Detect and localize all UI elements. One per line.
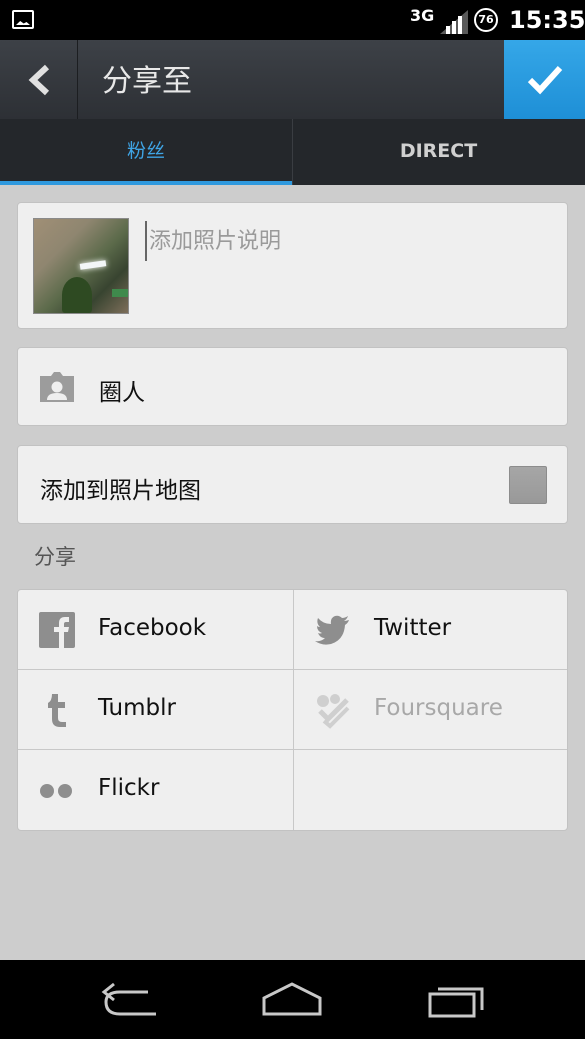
share-flickr[interactable]: Flickr (18, 750, 293, 830)
home-nav-icon[interactable] (257, 980, 327, 1020)
tumblr-icon (48, 694, 66, 727)
photo-thumbnail (33, 218, 129, 314)
back-nav-icon[interactable] (96, 980, 166, 1020)
photo-map-checkbox[interactable] (509, 466, 547, 504)
share-foursquare[interactable]: Foursquare (293, 670, 567, 750)
empty-cell (293, 750, 567, 830)
tab-bar: 粉丝 DIRECT (0, 119, 585, 185)
navigation-bar (0, 960, 585, 1039)
image-notification-icon (12, 10, 34, 29)
battery-icon: 76 (474, 8, 498, 32)
network-type: 3G (410, 6, 435, 25)
facebook-icon (39, 612, 75, 648)
flickr-icon (40, 784, 72, 798)
clock: 15:35 (509, 6, 585, 34)
status-bar: 3G 76 15:35 (0, 0, 585, 40)
tab-followers[interactable]: 粉丝 (0, 119, 292, 185)
share-facebook[interactable]: Facebook (18, 590, 293, 670)
share-section-label: 分享 (34, 545, 76, 569)
twitter-icon (315, 615, 349, 645)
tag-people-label: 圈人 (99, 380, 145, 406)
chevron-left-icon (28, 64, 50, 96)
photo-map-row[interactable]: 添加到照片地图 (17, 445, 568, 524)
facebook-label: Facebook (98, 615, 207, 641)
recent-apps-icon[interactable] (420, 980, 490, 1020)
tab-direct[interactable]: DIRECT (292, 119, 584, 185)
page-title: 分享至 (102, 64, 192, 99)
confirm-button[interactable] (504, 40, 585, 119)
share-tumblr[interactable]: Tumblr (18, 670, 293, 750)
twitter-label: Twitter (374, 615, 452, 641)
action-bar: 分享至 (0, 40, 585, 119)
caption-input[interactable] (145, 221, 545, 261)
photo-map-label: 添加到照片地图 (40, 478, 201, 504)
foursquare-icon (317, 694, 350, 729)
foursquare-label: Foursquare (374, 695, 503, 721)
signal-icon (440, 10, 468, 34)
flickr-label: Flickr (98, 775, 160, 801)
share-twitter[interactable]: Twitter (293, 590, 567, 670)
caption-card (17, 202, 568, 329)
share-services-grid: Facebook Twitter Tumblr Foursquare Flick… (17, 589, 568, 831)
checkmark-icon (527, 65, 563, 95)
back-button[interactable] (0, 40, 78, 119)
person-tag-icon (40, 372, 74, 402)
tumblr-label: Tumblr (98, 695, 176, 721)
tag-people-row[interactable]: 圈人 (17, 347, 568, 426)
